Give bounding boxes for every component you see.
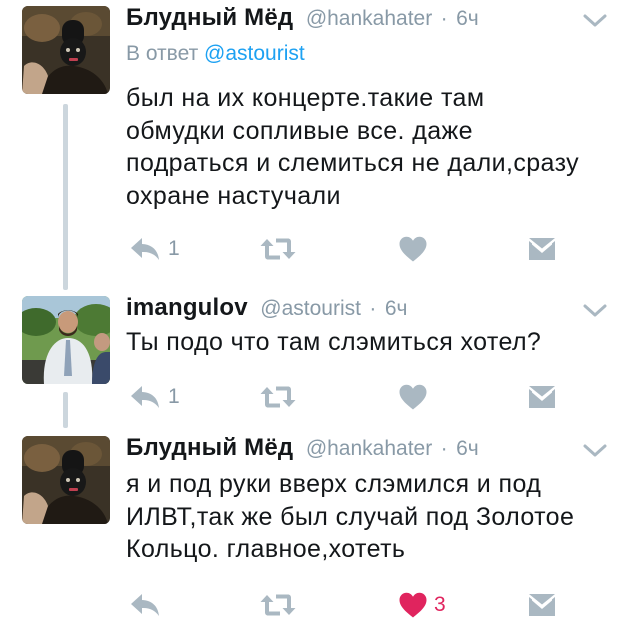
- tweet-text-line: был на их концерте.такие там: [126, 84, 485, 112]
- reply-icon: [128, 591, 162, 619]
- author-name[interactable]: imangulov: [126, 294, 248, 321]
- reply-button[interactable]: [128, 588, 168, 622]
- author-name[interactable]: Блудный Мёд: [126, 434, 293, 461]
- author-handle[interactable]: @hankahater: [306, 7, 432, 30]
- tweet-actions: 1: [126, 232, 566, 266]
- author-handle[interactable]: @hankahater: [306, 437, 432, 460]
- retweet-button[interactable]: [258, 232, 304, 266]
- like-count: 3: [434, 593, 446, 616]
- reply-icon: [128, 383, 162, 411]
- heart-icon: [398, 235, 428, 263]
- tweet[interactable]: imangulov @astourist · 6ч Ты подо что та…: [0, 290, 626, 430]
- retweet-icon: [258, 383, 298, 411]
- avatar[interactable]: [22, 6, 110, 94]
- chevron-down-icon[interactable]: [582, 302, 608, 320]
- tweet-text-line: подраться и слемиться не дали,сразу: [126, 149, 580, 177]
- author-handle[interactable]: @astourist: [260, 297, 361, 320]
- reply-icon: [128, 235, 162, 263]
- direct-message-button[interactable]: [527, 232, 557, 266]
- tweet-text-line: обмудки сопливые все. даже: [126, 116, 473, 145]
- tweet-header: Блудный Мёд @hankahater · 6ч: [126, 4, 479, 32]
- tweet[interactable]: Блудный Мёд @hankahater · 6ч я и под рук…: [0, 430, 626, 622]
- retweet-icon: [258, 235, 298, 263]
- avatar[interactable]: [22, 296, 110, 384]
- direct-message-button[interactable]: [527, 588, 557, 622]
- retweet-button[interactable]: [258, 380, 304, 414]
- separator-dot: ·: [369, 297, 377, 320]
- tweet-text-line: Кольцо. главное,хотеть: [126, 535, 406, 563]
- chevron-down-icon[interactable]: [582, 12, 608, 30]
- tweet-header: Блудный Мёд @hankahater · 6ч: [126, 434, 479, 462]
- direct-message-icon: [527, 236, 557, 262]
- reply-prefix: В ответ: [126, 42, 205, 65]
- tweet-text: я и под руки вверх слэмился и под ИЛВТ,т…: [126, 468, 616, 566]
- timestamp[interactable]: 6ч: [456, 7, 479, 30]
- reply-context: В ответ @astourist: [126, 42, 305, 66]
- tweet-text-line: я и под руки вверх слэмился и под: [126, 470, 542, 498]
- direct-message-icon: [527, 592, 557, 618]
- tweet-text: Ты подо что там слэмиться хотел?: [126, 326, 616, 359]
- separator-dot: ·: [440, 437, 448, 460]
- like-button[interactable]: 3: [398, 588, 446, 622]
- reply-button[interactable]: 1: [128, 232, 180, 266]
- heart-icon: [398, 591, 428, 619]
- direct-message-icon: [527, 384, 557, 410]
- retweet-button[interactable]: [258, 588, 304, 622]
- timestamp[interactable]: 6ч: [456, 437, 479, 460]
- separator-dot: ·: [440, 7, 448, 30]
- tweet-actions: 3: [126, 588, 566, 622]
- retweet-icon: [258, 591, 298, 619]
- author-name[interactable]: Блудный Мёд: [126, 4, 293, 31]
- heart-icon: [398, 383, 428, 411]
- tweet-text-line: ИЛВТ,так же был случай под Золотое: [126, 502, 575, 531]
- reply-mention-link[interactable]: @astourist: [204, 42, 305, 65]
- reply-button[interactable]: 1: [128, 380, 180, 414]
- tweet-actions: 1: [126, 380, 566, 414]
- tweet-text-line: охране настучали: [126, 181, 341, 210]
- avatar[interactable]: [22, 436, 110, 524]
- direct-message-button[interactable]: [527, 380, 557, 414]
- reply-count: 1: [168, 385, 180, 408]
- tweet[interactable]: Блудный Мёд @hankahater · 6ч В ответ @as…: [0, 0, 626, 290]
- timestamp[interactable]: 6ч: [385, 297, 408, 320]
- like-button[interactable]: [398, 380, 434, 414]
- chevron-down-icon[interactable]: [582, 442, 608, 460]
- tweet-text-line: Ты подо что там слэмиться хотел?: [126, 328, 542, 356]
- tweet-header: imangulov @astourist · 6ч: [126, 294, 407, 322]
- like-button[interactable]: [398, 232, 434, 266]
- tweet-text: был на их концерте.такие там обмудки соп…: [126, 82, 616, 212]
- reply-count: 1: [168, 237, 180, 260]
